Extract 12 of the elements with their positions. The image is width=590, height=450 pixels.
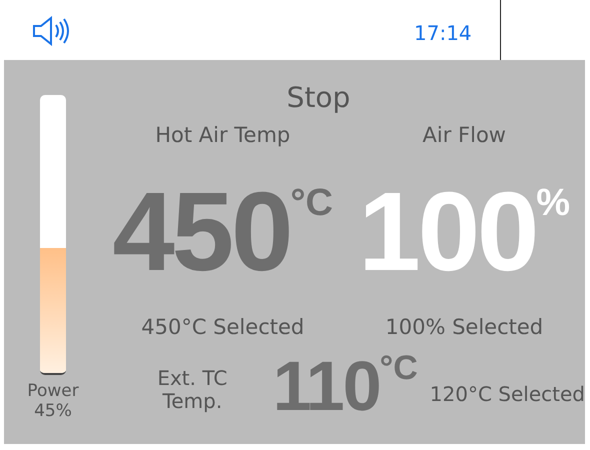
reading-value[interactable]: 100%: [358, 176, 570, 288]
reading-label: Air Flow: [422, 122, 506, 149]
clock-time: 17:14: [414, 20, 472, 47]
reading-label: Hot Air Temp: [155, 122, 290, 149]
selected-setpoint: 100% Selected: [385, 314, 544, 340]
state-title: Stop: [286, 84, 352, 112]
power-reading: 45%: [33, 401, 73, 422]
ext-tc-label: Ext. TC Temp.: [156, 367, 228, 413]
ext-tc-selected: 120°C Selected: [430, 381, 585, 408]
power-label: Power: [27, 381, 79, 402]
speaker-icon[interactable]: [32, 16, 70, 46]
selected-setpoint: 450°C Selected: [141, 314, 304, 340]
